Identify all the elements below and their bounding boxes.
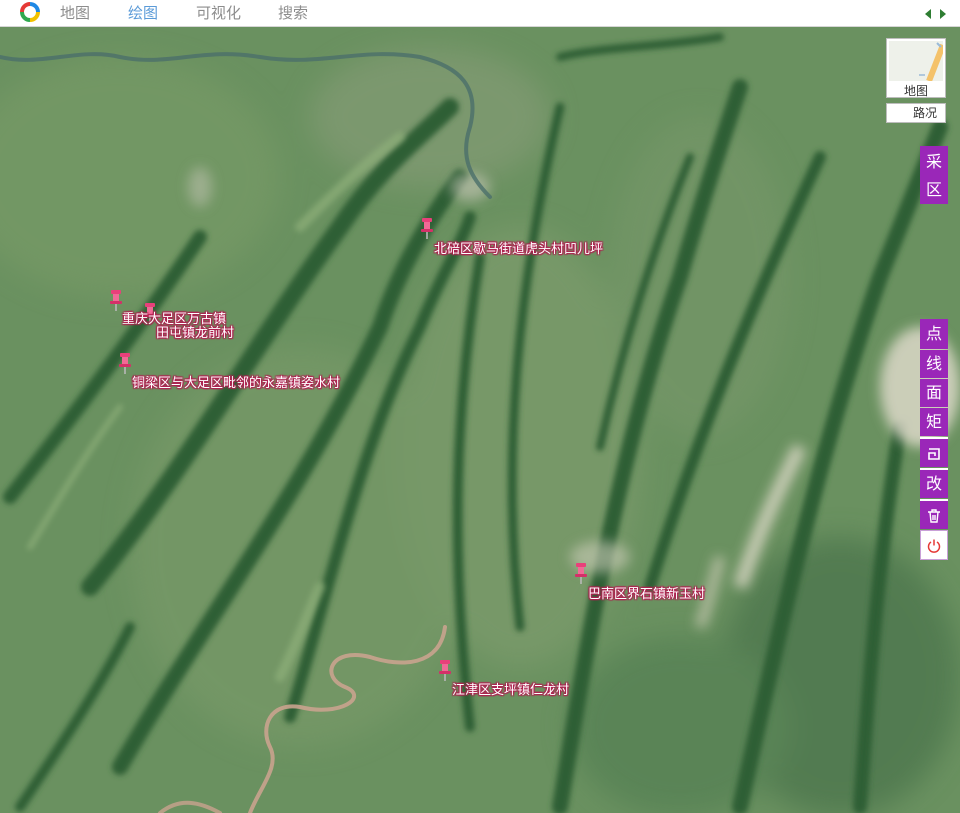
tab-draw[interactable]: 绘图 bbox=[128, 3, 158, 23]
map-marker-pin[interactable] bbox=[108, 289, 124, 311]
map-type-switch[interactable]: 地图 bbox=[886, 38, 946, 98]
marker-label[interactable]: 重庆大足区万古镇 bbox=[122, 312, 226, 327]
map-type-thumbnail bbox=[889, 41, 943, 81]
trash-icon bbox=[928, 508, 940, 523]
satellite-map[interactable]: 北碚区歇马街道虎头村凹儿坪 重庆大足区万古镇 田屯镇龙前村 铜梁区与大足区毗邻的… bbox=[0, 27, 960, 813]
draw-point-button[interactable]: 点 bbox=[920, 319, 948, 349]
marker-label[interactable]: 田屯镇龙前村 bbox=[156, 326, 234, 341]
marker-label[interactable]: 巴南区界石镇新玉村 bbox=[588, 587, 705, 602]
draw-rectangle-button[interactable]: 矩 bbox=[920, 408, 948, 436]
collect-area-button[interactable]: 采 区 bbox=[920, 146, 948, 204]
collect-char-1: 采 bbox=[925, 152, 942, 171]
edit-button[interactable]: 改 bbox=[920, 470, 948, 498]
tab-map[interactable]: 地图 bbox=[60, 3, 90, 23]
power-icon bbox=[927, 539, 941, 553]
arrow-right-icon[interactable] bbox=[940, 9, 946, 19]
map-marker-pin[interactable] bbox=[419, 217, 435, 239]
collect-char-2: 区 bbox=[925, 180, 942, 199]
undo-icon bbox=[928, 447, 940, 460]
undo-button[interactable] bbox=[920, 439, 948, 467]
map-marker-pin[interactable] bbox=[117, 352, 133, 374]
draw-toolbar: 点 线 面 矩 改 bbox=[920, 319, 948, 561]
map-type-label: 地图 bbox=[903, 84, 928, 98]
tab-visualize[interactable]: 可视化 bbox=[196, 3, 241, 23]
marker-label[interactable]: 北碚区歇马街道虎头村凹儿坪 bbox=[434, 242, 603, 257]
traffic-toggle[interactable]: 路况 bbox=[886, 103, 946, 123]
top-nav-bar: 地图 绘图 可视化 搜索 bbox=[0, 0, 960, 27]
marker-label[interactable]: 铜梁区与大足区毗邻的永嘉镇姿水村 bbox=[132, 376, 340, 391]
delete-button[interactable] bbox=[920, 501, 948, 529]
map-marker-pin[interactable] bbox=[437, 659, 453, 681]
app-logo-icon bbox=[20, 2, 40, 22]
arrow-left-icon[interactable] bbox=[925, 9, 931, 19]
draw-line-button[interactable]: 线 bbox=[920, 350, 948, 378]
marker-label[interactable]: 江津区支坪镇仁龙村 bbox=[452, 683, 569, 698]
tab-search[interactable]: 搜索 bbox=[278, 3, 308, 23]
map-marker-pin[interactable] bbox=[573, 562, 589, 584]
draw-polygon-button[interactable]: 面 bbox=[920, 379, 948, 407]
power-button[interactable] bbox=[920, 530, 948, 560]
